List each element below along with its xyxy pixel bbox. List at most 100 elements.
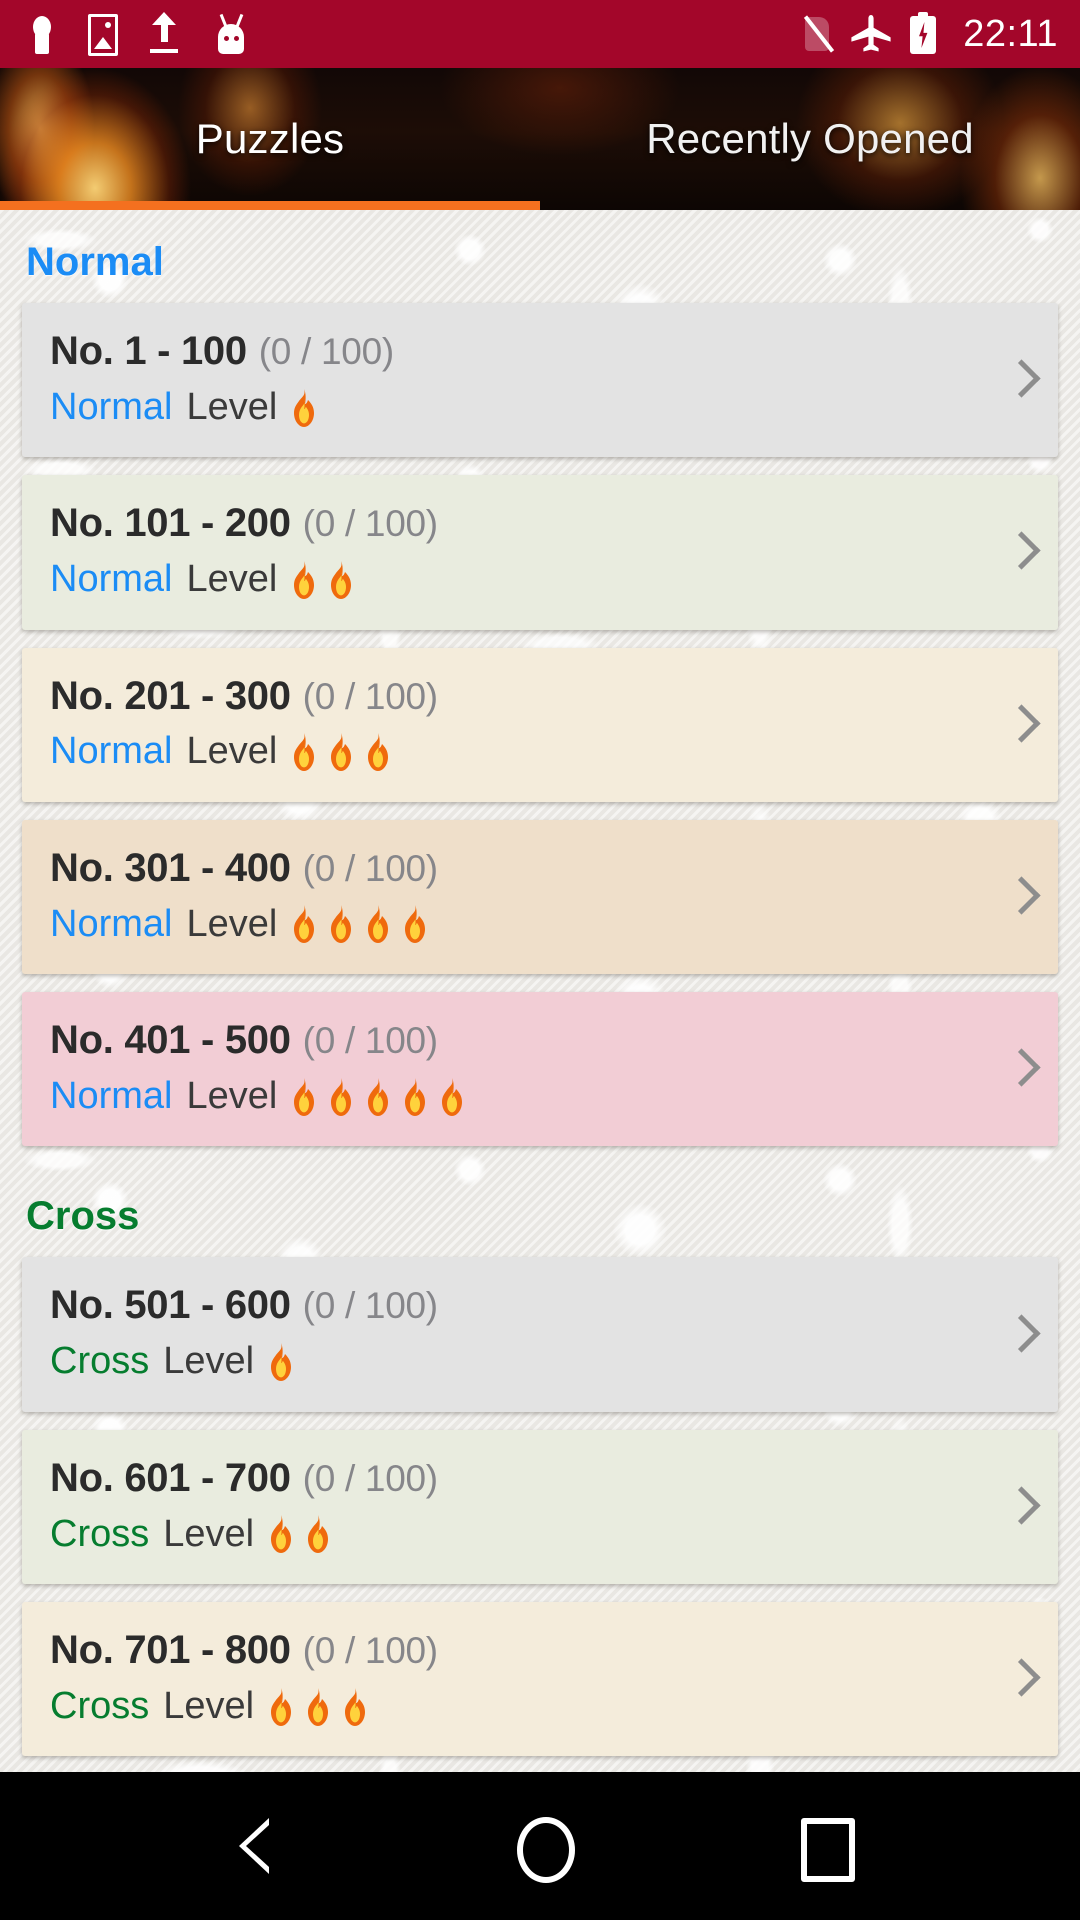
difficulty-flames [266, 1342, 296, 1382]
photo-icon [88, 13, 118, 56]
card-level-label: Level [163, 1512, 255, 1555]
card-title-row: No. 701 - 800 (0 / 100) [50, 1626, 988, 1675]
flame-icon [400, 1077, 430, 1117]
card-title-row: No. 1 - 100 (0 / 100) [50, 327, 988, 376]
card-title-row: No. 301 - 400 (0 / 100) [50, 844, 988, 893]
card-subtitle-row: Normal Level [50, 1073, 988, 1121]
upload-icon [144, 12, 184, 56]
status-bar-left-icons [22, 12, 799, 56]
card-mode-label: Normal [50, 385, 173, 428]
home-button[interactable] [485, 1792, 595, 1902]
puzzle-range-card[interactable]: No. 601 - 700 (0 / 100) Cross Level [22, 1429, 1058, 1585]
card-mode-label: Cross [50, 1684, 150, 1727]
tab-puzzles[interactable]: Puzzles [0, 68, 540, 210]
card-title-row: No. 401 - 500 (0 / 100) [50, 1016, 988, 1065]
card-range-label: No. 1 - 100 [50, 329, 247, 373]
card-title-row: No. 601 - 700 (0 / 100) [50, 1454, 988, 1503]
chevron-right-icon [1006, 530, 1032, 574]
card-level-label: Level [186, 1074, 278, 1117]
card-progress-count: (0 / 100) [302, 1630, 438, 1672]
card-subtitle-row: Cross Level [50, 1683, 988, 1731]
card-mode-label: Cross [50, 1512, 150, 1555]
tab-recently-opened[interactable]: Recently Opened [540, 68, 1080, 210]
card-subtitle-row: Normal Level [50, 556, 988, 604]
puzzle-list[interactable]: Normal No. 1 - 100 (0 / 100) Normal Level No.… [0, 210, 1080, 1772]
difficulty-flames [289, 388, 319, 428]
back-button[interactable] [205, 1792, 315, 1902]
android-navigation-bar [0, 1772, 1080, 1920]
content-area: Normal No. 1 - 100 (0 / 100) Normal Level No.… [0, 210, 1080, 1772]
flame-icon [266, 1342, 296, 1382]
difficulty-flames [289, 904, 430, 944]
flame-icon [400, 904, 430, 944]
flame-icon [326, 1077, 356, 1117]
card-title-row: No. 501 - 600 (0 / 100) [50, 1281, 988, 1330]
card-progress-count: (0 / 100) [302, 1457, 438, 1499]
puzzle-range-card[interactable]: No. 201 - 300 (0 / 100) Normal Level [22, 647, 1058, 802]
battery-charging-icon [909, 12, 937, 56]
card-mode-label: Normal [50, 902, 173, 945]
android-robot-icon [210, 12, 250, 56]
card-range-label: No. 301 - 400 [50, 845, 291, 890]
no-sim-icon [799, 12, 835, 56]
chevron-right-icon [1006, 358, 1032, 402]
card-subtitle-row: Normal Level [50, 384, 988, 432]
flame-icon [266, 1687, 296, 1727]
flame-icon [289, 560, 319, 600]
chevron-right-icon [1006, 1047, 1032, 1091]
chevron-right-icon [1006, 1313, 1032, 1357]
flame-icon [363, 1077, 393, 1117]
card-progress-count: (0 / 100) [302, 1285, 438, 1327]
puzzle-range-card[interactable]: No. 701 - 800 (0 / 100) Cross Level [22, 1602, 1058, 1757]
card-level-label: Level [186, 902, 278, 945]
status-bar-clock: 22:11 [963, 13, 1058, 55]
card-title-row: No. 101 - 200 (0 / 100) [50, 499, 988, 548]
card-mode-label: Normal [50, 1074, 173, 1117]
chevron-right-icon [1006, 1485, 1032, 1529]
difficulty-flames [289, 560, 356, 600]
tab-bar: Puzzles Recently Opened [0, 68, 1080, 210]
flame-icon [437, 1077, 467, 1117]
flame-icon [326, 560, 356, 600]
card-subtitle-row: Normal Level [50, 901, 988, 949]
recents-button[interactable] [765, 1792, 875, 1902]
card-range-label: No. 701 - 800 [50, 1628, 291, 1673]
chevron-right-icon [1006, 1657, 1032, 1701]
flame-icon [266, 1514, 296, 1554]
card-progress-count: (0 / 100) [302, 847, 438, 889]
difficulty-flames [266, 1687, 370, 1727]
flame-icon [363, 732, 393, 772]
puzzle-range-card[interactable]: No. 501 - 600 (0 / 100) Cross Level [22, 1257, 1058, 1412]
flame-icon [363, 904, 393, 944]
card-progress-count: (0 / 100) [302, 503, 438, 545]
card-range-label: No. 201 - 300 [50, 673, 291, 718]
card-subtitle-row: Cross Level [50, 1511, 988, 1559]
puzzle-range-card[interactable]: No. 401 - 500 (0 / 100) Normal Level [22, 992, 1058, 1147]
tab-active-indicator [0, 201, 540, 210]
card-mode-label: Cross [50, 1340, 150, 1383]
card-progress-count: (0 / 100) [302, 675, 438, 717]
card-mode-label: Normal [50, 730, 173, 773]
puzzle-range-card[interactable]: No. 1 - 100 (0 / 100) Normal Level [22, 303, 1058, 458]
flame-icon [289, 1077, 319, 1117]
card-range-label: No. 501 - 600 [50, 1283, 291, 1328]
card-level-label: Level [186, 558, 278, 601]
card-level-label: Level [163, 1340, 255, 1383]
puzzle-range-card[interactable]: No. 301 - 400 (0 / 100) Normal Level [22, 819, 1058, 975]
card-mode-label: Normal [50, 558, 173, 601]
card-subtitle-row: Cross Level [50, 1338, 988, 1386]
card-level-label: Level [163, 1684, 255, 1727]
status-bar: 22:11 [0, 0, 1080, 68]
card-level-label: Level [186, 730, 278, 773]
puzzle-range-card[interactable]: No. 101 - 200 (0 / 100) Normal Level [22, 475, 1058, 630]
flame-icon [289, 388, 319, 428]
card-progress-count: (0 / 100) [302, 1020, 438, 1062]
status-bar-right-icons: 22:11 [799, 12, 1058, 56]
card-range-label: No. 101 - 200 [50, 501, 291, 546]
chevron-right-icon [1006, 703, 1032, 747]
card-title-row: No. 201 - 300 (0 / 100) [50, 672, 988, 721]
card-progress-count: (0 / 100) [258, 331, 394, 372]
section-header-normal: Normal [26, 240, 164, 284]
difficulty-flames [289, 732, 393, 772]
flame-icon [326, 904, 356, 944]
